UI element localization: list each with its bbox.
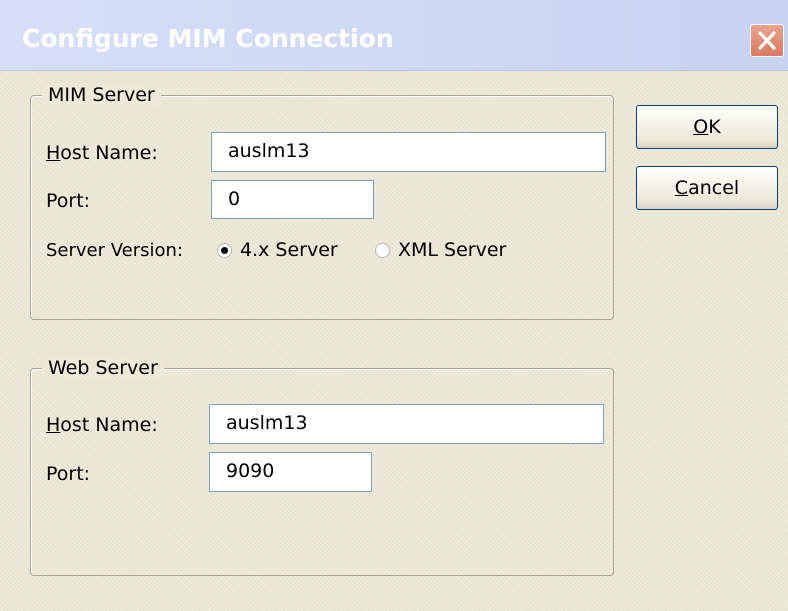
mim-host-name-label: Host Name: [46,142,158,164]
mim-server-group-label: MIM Server [42,84,161,106]
mim-port-label: Port: [46,190,91,212]
server-version-label: Server Version: [46,240,184,261]
close-icon [758,31,776,50]
close-button[interactable] [750,24,784,57]
window-title: Configure MIM Connection [22,24,394,53]
web-host-name-field[interactable]: auslm13 [209,404,604,444]
radio-xml-server-label: XML Server [398,239,507,261]
radio-4x-server-label: 4.x Server [240,239,338,261]
ok-button[interactable]: OK [636,105,778,149]
cancel-button[interactable]: Cancel [636,166,778,210]
mim-host-name-field[interactable]: auslm13 [211,132,606,172]
title-bar[interactable]: Configure MIM Connection [0,0,788,71]
radio-xml-server[interactable]: XML Server [375,239,506,261]
web-server-group-label: Web Server [42,357,164,379]
radio-4x-server-indicator[interactable] [217,242,232,258]
web-port-label: Port: [46,463,91,485]
web-port-field[interactable]: 9090 [209,452,372,492]
radio-4x-server[interactable]: 4.x Server [217,239,338,261]
radio-xml-server-indicator[interactable] [375,242,390,258]
mim-port-field[interactable]: 0 [211,180,374,219]
configure-mim-connection-dialog: Configure MIM Connection MIM Server Host… [0,0,788,611]
web-host-name-label: Host Name: [46,414,158,436]
